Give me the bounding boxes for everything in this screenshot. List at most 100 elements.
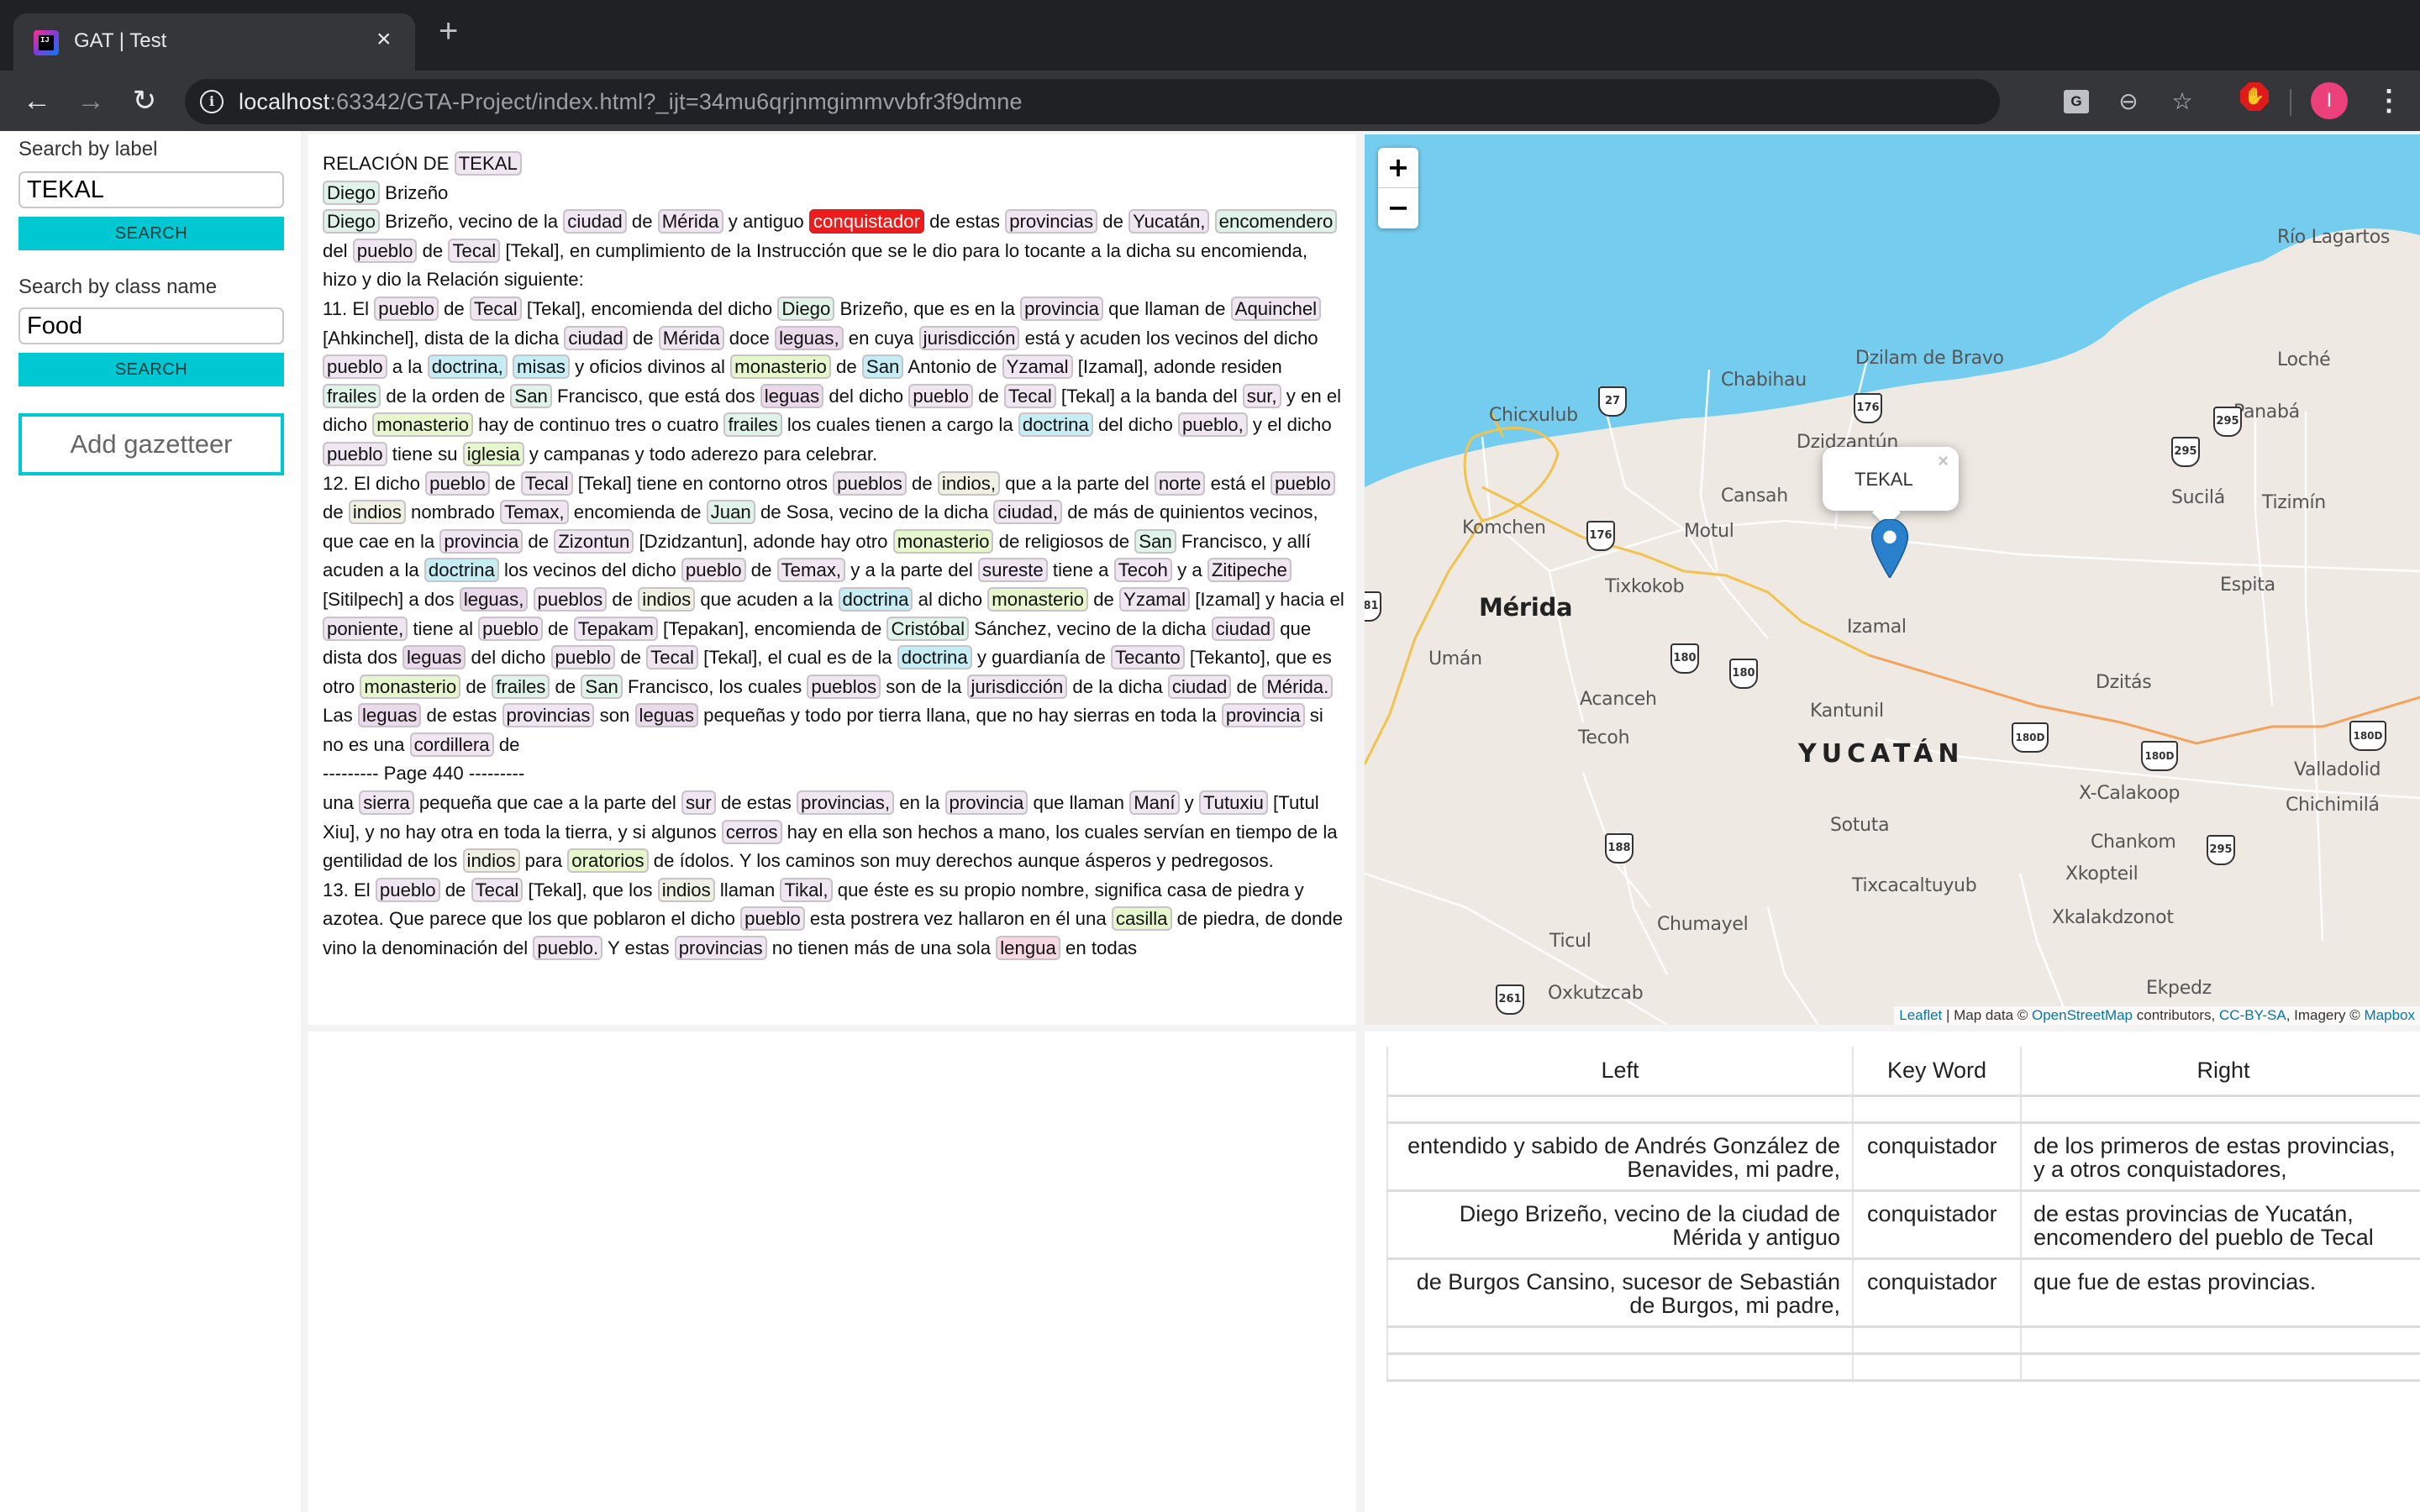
entity-tag-place[interactable]: ciudad	[1211, 616, 1276, 641]
entity-tag-place[interactable]: sur	[681, 790, 716, 816]
entity-tag-place[interactable]: TEKAL	[454, 151, 522, 176]
entity-tag-people[interactable]: indios	[462, 848, 520, 874]
bookmark-star-icon[interactable]: ☆	[2168, 87, 2196, 116]
entity-tag-place[interactable]: pueblo	[1270, 470, 1335, 496]
entity-tag-selected[interactable]: conquistador	[808, 209, 924, 234]
entity-tag-place[interactable]: Tecal	[1003, 383, 1056, 408]
label-search-button[interactable]: SEARCH	[18, 217, 284, 250]
entity-tag-measure[interactable]: leguas,	[459, 586, 529, 612]
entity-tag-person[interactable]: Juan	[706, 500, 755, 525]
tab-close-icon[interactable]: ×	[376, 25, 392, 54]
translate-icon[interactable]: G	[2064, 90, 2089, 113]
entity-tag-person[interactable]: Diego	[323, 180, 380, 205]
entity-tag-place[interactable]: pueblo	[478, 616, 543, 641]
table-row[interactable]	[1386, 1353, 2420, 1382]
entity-tag-religious[interactable]: doctrina	[897, 645, 972, 670]
entity-tag-place[interactable]: Tepakam	[573, 616, 658, 641]
entity-tag-place[interactable]: ciudad	[1167, 674, 1232, 699]
reload-icon[interactable]: ↻	[126, 82, 163, 119]
map-marker-icon[interactable]	[1870, 519, 1909, 578]
entity-tag-place[interactable]: pueblo	[425, 470, 490, 496]
entity-tag-person[interactable]: frailes	[492, 674, 550, 699]
entity-tag-place[interactable]: sureste	[977, 558, 1048, 583]
entity-tag-people[interactable]: indios	[348, 500, 406, 525]
site-info-icon[interactable]: i	[200, 90, 224, 113]
entity-tag-person[interactable]: San	[510, 383, 552, 408]
back-arrow-icon[interactable]: ←	[18, 82, 55, 119]
entity-tag-place[interactable]: pueblos	[533, 586, 608, 612]
entity-tag-place[interactable]: provincias	[502, 703, 595, 728]
leaflet-link[interactable]: Leaflet	[1899, 1007, 1942, 1023]
zoom-out-icon[interactable]: ⊖	[2114, 87, 2143, 116]
entity-tag-place[interactable]: ciudad,	[993, 500, 1063, 525]
entity-tag-place[interactable]: provincia	[944, 790, 1028, 816]
zoom-out-button[interactable]: −	[1378, 188, 1418, 228]
entity-tag-person[interactable]: encomendero	[1214, 209, 1338, 234]
entity-tag-person[interactable]: Cristóbal	[886, 616, 970, 641]
entity-tag-building[interactable]: monasterio	[987, 586, 1089, 612]
entity-tag-place[interactable]: sur,	[1242, 383, 1281, 408]
zoom-in-button[interactable]: +	[1378, 148, 1418, 188]
entity-tag-building[interactable]: monasterio	[730, 354, 831, 380]
entity-tag-person[interactable]: frailes	[723, 412, 782, 438]
entity-tag-place[interactable]: Tecoh	[1113, 558, 1172, 583]
entity-tag-building[interactable]: monasterio	[892, 528, 994, 554]
table-row[interactable]	[1386, 1326, 2420, 1355]
entity-tag-measure[interactable]: leguas	[760, 383, 824, 408]
table-row[interactable]: de Burgos Cansino, sucesor de Sebastián …	[1386, 1258, 2420, 1328]
entity-tag-religious[interactable]: doctrina,	[427, 354, 508, 380]
popup-close-icon[interactable]: ×	[1938, 450, 1949, 472]
entity-tag-religious[interactable]: misas	[513, 354, 570, 380]
entity-tag-place[interactable]: Yucatán,	[1128, 209, 1210, 234]
entity-tag-person[interactable]: frailes	[323, 383, 381, 408]
class-search-input[interactable]	[18, 307, 284, 344]
document-panel[interactable]: RELACIÓN DE TEKAL Diego Brizeño Diego Briz…	[308, 134, 1356, 1025]
entity-tag-place[interactable]: pueblo,	[1177, 412, 1248, 438]
entity-tag-person[interactable]: Diego	[777, 296, 835, 321]
entity-tag-place[interactable]: Temax,	[776, 558, 846, 583]
entity-tag-place[interactable]: provincias	[674, 936, 767, 961]
entity-tag-measure[interactable]: leguas	[402, 645, 466, 670]
class-search-button[interactable]: SEARCH	[18, 353, 284, 386]
entity-tag-religious[interactable]: doctrina	[1018, 412, 1093, 438]
map-view[interactable]: + − Río Lagartos Dzilam de Bravo Chabiha…	[1365, 134, 2420, 1025]
entity-tag-building[interactable]: casilla	[1111, 906, 1172, 932]
add-gazetteer-button[interactable]: Add gazetteer	[18, 413, 284, 475]
entity-tag-place[interactable]: Temax,	[500, 500, 569, 525]
entity-tag-place[interactable]: pueblo	[352, 238, 418, 263]
entity-tag-place[interactable]: provincias	[1005, 209, 1098, 234]
url-text[interactable]: localhost:63342/GTA-Project/index.html?_…	[239, 89, 1023, 115]
openstreetmap-link[interactable]: OpenStreetMap	[2032, 1007, 2133, 1023]
entity-tag-place[interactable]: provincia	[1221, 703, 1305, 728]
entity-tag-building[interactable]: monasterio	[372, 412, 473, 438]
mapbox-link[interactable]: Mapbox	[2365, 1007, 2415, 1023]
entity-tag-person[interactable]: San	[581, 674, 623, 699]
entity-tag-place[interactable]: pueblo	[908, 383, 973, 408]
entity-tag-place[interactable]: cerros	[721, 819, 782, 844]
entity-tag-building[interactable]: monasterio	[360, 674, 461, 699]
browser-tab[interactable]: IJ GAT | Test ×	[13, 13, 415, 71]
entity-tag-religious[interactable]: San	[861, 354, 904, 380]
entity-tag-people[interactable]: indios	[657, 877, 715, 902]
entity-tag-place[interactable]: jurisdicción	[966, 674, 1068, 699]
entity-tag-place[interactable]: sierra	[359, 790, 414, 816]
entity-tag-place[interactable]: Zitipeche	[1207, 558, 1292, 583]
cc-by-sa-link[interactable]: CC-BY-SA	[2219, 1007, 2286, 1023]
entity-tag-place[interactable]: Tecal	[471, 877, 523, 902]
entity-tag-language[interactable]: lengua	[996, 936, 1060, 961]
profile-avatar[interactable]: I	[2311, 82, 2348, 119]
entity-tag-place[interactable]: pueblos	[807, 674, 881, 699]
entity-tag-place[interactable]: Tecal	[520, 470, 573, 496]
entity-tag-place[interactable]: pueblo	[681, 558, 746, 583]
entity-tag-place[interactable]: Mérida	[658, 325, 724, 350]
kebab-menu-icon[interactable]: ⋮	[2375, 82, 2403, 119]
entity-tag-place[interactable]: Mérida	[657, 209, 723, 234]
entity-tag-measure[interactable]: leguas,	[775, 325, 844, 350]
entity-tag-religious[interactable]: doctrina	[838, 586, 913, 612]
entity-tag-place[interactable]: pueblos	[833, 470, 907, 496]
entity-tag-place[interactable]: Tecanto	[1111, 645, 1185, 670]
entity-tag-place[interactable]: cordillera	[409, 732, 494, 757]
entity-tag-building[interactable]: oratorios	[567, 848, 649, 874]
entity-tag-place[interactable]: ciudad	[564, 325, 628, 350]
entity-tag-place[interactable]: pueblo.	[533, 936, 603, 961]
